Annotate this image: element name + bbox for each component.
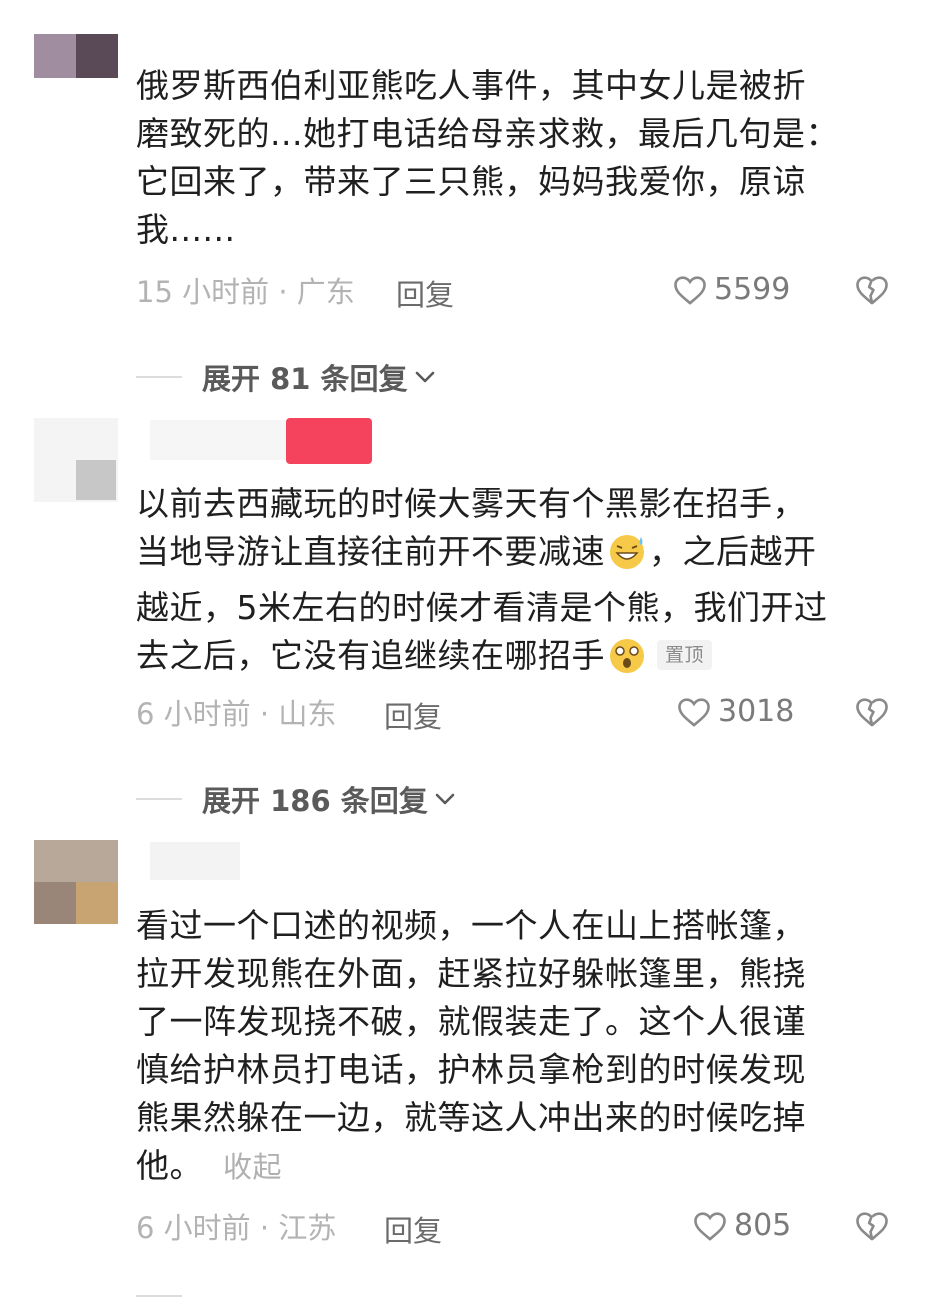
dislike-button[interactable] (854, 274, 890, 310)
comment-text: 以前去西藏玩的时候大雾天有个黑影在招手， 当地导游让直接往前开不要减速 ，之后越开… (136, 480, 896, 688)
collapse-button[interactable]: 收起 (223, 1150, 282, 1184)
chevron-down-icon (415, 371, 434, 383)
comment-meta: 6 小时前 · 山东 (136, 692, 336, 732)
divider-line (136, 376, 182, 378)
astonished-emoji (605, 635, 649, 688)
heart-outline-icon (694, 1211, 726, 1241)
comment-text: 俄罗斯西伯利亚熊吃人事件，其中女儿是被折 磨致死的...她打电话给母亲求救，最后… (136, 66, 839, 249)
heart-outline-icon (674, 275, 706, 305)
avatar[interactable] (34, 418, 118, 502)
comment-meta: 15 小时前 · 广东 (136, 270, 355, 310)
time-location: 6 小时前 · 山东 (136, 697, 337, 731)
like-count: 805 (734, 1208, 792, 1243)
username-redacted (150, 420, 290, 460)
username-redacted (150, 842, 240, 880)
expand-replies-button[interactable] (136, 1290, 202, 1301)
dislike-button[interactable] (854, 696, 890, 732)
time-location: 15 小时前 · 广东 (136, 275, 355, 309)
like-button[interactable]: 805 (692, 1208, 791, 1243)
reply-button[interactable]: 回复 (396, 272, 454, 314)
like-count: 5599 (714, 272, 791, 307)
comment-text: 看过一个口述的视频，一个人在山上搭帐篷， 拉开发现熊在外面，赶紧拉好躲帐篷里，熊… (136, 906, 806, 1185)
avatar[interactable] (34, 840, 118, 924)
pinned-badge: 置顶 (657, 640, 713, 670)
user-badge (286, 418, 372, 464)
divider-line (136, 798, 182, 800)
reply-button[interactable]: 回复 (384, 1208, 442, 1250)
expand-replies-button[interactable]: 展开 186 条回复 (136, 778, 456, 820)
comment-meta: 6 小时前 · 江苏 (136, 1206, 336, 1246)
reply-button[interactable]: 回复 (384, 694, 442, 736)
broken-heart-icon (856, 276, 888, 305)
broken-heart-icon (856, 1212, 888, 1241)
like-count: 3018 (718, 694, 795, 729)
avatar[interactable] (34, 34, 118, 78)
grinning-sweat-emoji (605, 531, 649, 584)
like-button[interactable]: 3018 (676, 694, 794, 729)
expand-replies-button[interactable]: 展开 81 条回复 (136, 356, 436, 398)
chevron-down-icon (435, 793, 455, 805)
heart-outline-icon (678, 697, 710, 727)
time-location: 6 小时前 · 江苏 (136, 1211, 337, 1245)
like-button[interactable]: 5599 (672, 272, 790, 307)
dislike-button[interactable] (854, 1210, 890, 1246)
broken-heart-icon (856, 698, 888, 727)
divider-line (136, 1294, 182, 1297)
